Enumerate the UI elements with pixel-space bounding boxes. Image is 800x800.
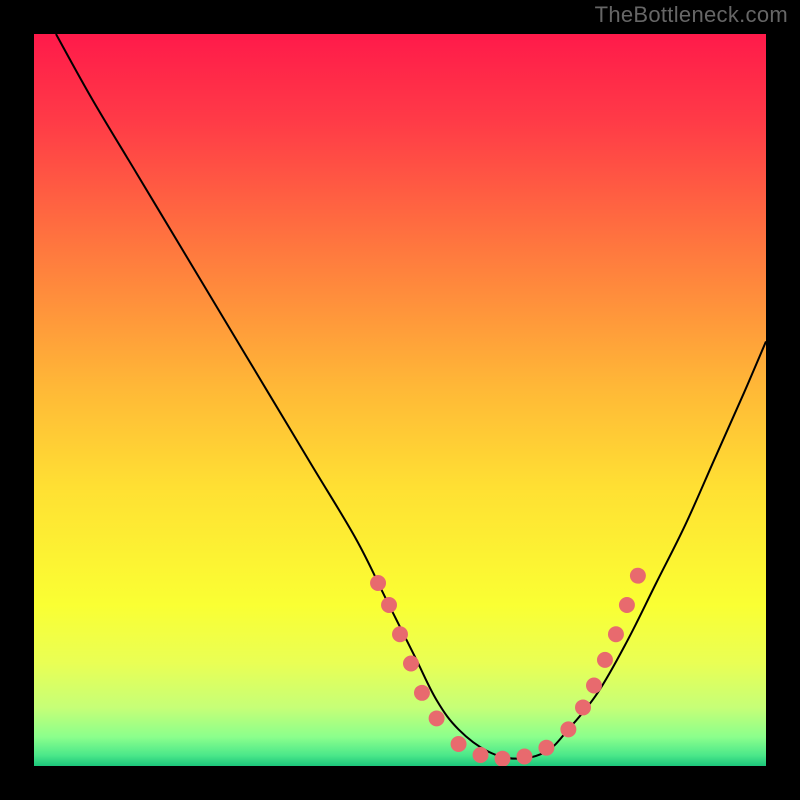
marker-dot [403, 656, 419, 672]
marker-dot [630, 568, 646, 584]
chart-frame: TheBottleneck.com [0, 0, 800, 800]
curve-overlay [34, 34, 766, 766]
marker-dot [560, 721, 576, 737]
marker-dot [414, 685, 430, 701]
optimal-region-points [370, 568, 646, 766]
marker-dot [392, 626, 408, 642]
marker-dot [451, 736, 467, 752]
marker-dot [575, 699, 591, 715]
marker-dot [538, 740, 554, 756]
marker-dot [619, 597, 635, 613]
watermark-text: TheBottleneck.com [595, 2, 788, 28]
marker-dot [473, 747, 489, 763]
marker-dot [586, 678, 602, 694]
plot-area [34, 34, 766, 766]
marker-dot [370, 575, 386, 591]
marker-dot [429, 710, 445, 726]
marker-dot [381, 597, 397, 613]
marker-dot [516, 749, 532, 765]
marker-dot [597, 652, 613, 668]
marker-dot [608, 626, 624, 642]
marker-dot [495, 751, 511, 766]
bottleneck-curve [56, 34, 766, 759]
